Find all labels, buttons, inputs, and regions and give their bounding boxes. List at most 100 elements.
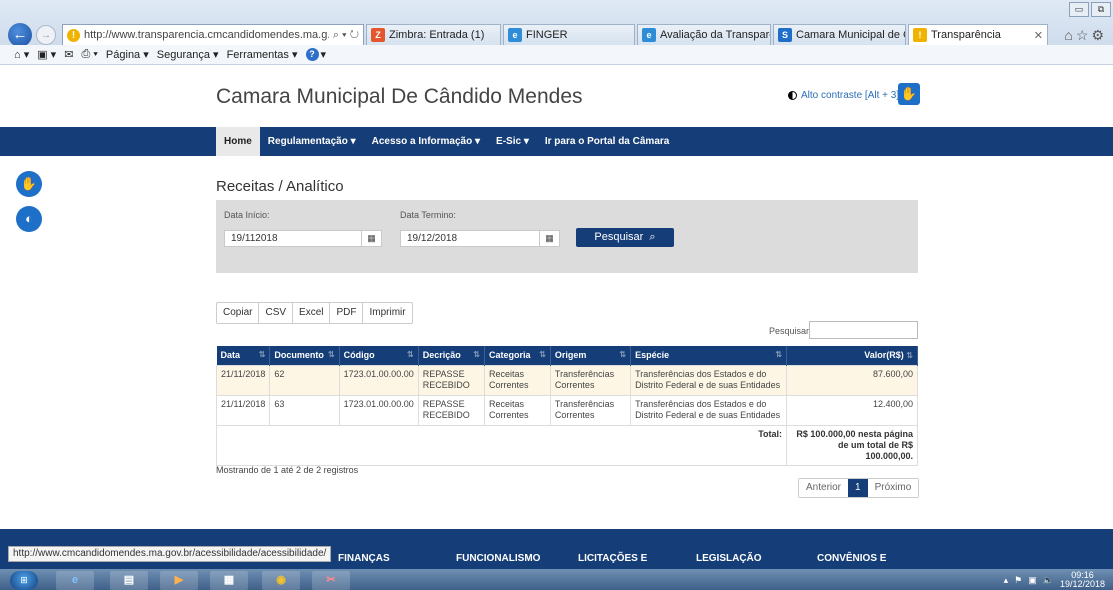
home-icon[interactable]: ⌂ <box>1064 27 1075 43</box>
help-icon: ? <box>305 48 319 61</box>
print-command[interactable]: ⎙ ▾ <box>81 48 97 61</box>
favorites-star-icon[interactable]: ☆ <box>1076 27 1092 43</box>
col-documento[interactable]: Documento ⇅ <box>269 346 340 365</box>
start-date-field[interactable]: 19/112018 ▦ <box>224 230 382 247</box>
col-decricao[interactable]: Decrição ⇅ <box>418 346 486 365</box>
high-contrast-link[interactable]: Alto contraste [Alt + 3] <box>788 90 899 101</box>
pdf-button[interactable]: PDF <box>330 303 364 323</box>
sign-language-side-icon[interactable]: ✋ <box>16 171 42 197</box>
col-especie[interactable]: Espécie ⇅ <box>630 346 788 365</box>
copy-button[interactable]: Copiar <box>217 303 260 323</box>
next-page-button[interactable]: Próximo <box>867 479 919 497</box>
col-categoria[interactable]: Categoria ⇅ <box>484 346 551 365</box>
cell-documento: 63 <box>269 394 340 426</box>
contrast-side-icon[interactable]: ◐ <box>16 206 42 232</box>
nav-home[interactable]: Home <box>216 127 260 156</box>
page-menu[interactable]: Página ▾ <box>106 48 149 61</box>
tab-label: FINGER <box>526 29 568 41</box>
end-date-field[interactable]: 19/12/2018 ▦ <box>400 230 560 247</box>
tab-finger[interactable]: e FINGER <box>503 24 635 46</box>
restore-button[interactable]: ⧉ <box>1091 2 1111 17</box>
footer-funcionalismo[interactable]: FUNCIONALISMO <box>456 553 540 564</box>
nav-esic[interactable]: E-Sic ▾ <box>488 127 537 156</box>
footer-licitacoes[interactable]: LICITAÇÕES E <box>578 553 647 564</box>
search-button[interactable]: Pesquisar ⌕ <box>576 228 674 247</box>
back-button[interactable]: ← <box>8 23 32 47</box>
volume-icon[interactable]: 🔈 <box>1043 575 1054 586</box>
col-valor[interactable]: Valor(R$) ⇅ <box>786 346 918 365</box>
network-icon[interactable]: ▣ <box>1028 575 1037 586</box>
nav-portal-camara[interactable]: Ir para o Portal da Câmara <box>537 127 678 156</box>
print-button[interactable]: Imprimir <box>363 303 411 323</box>
tab-zimbra[interactable]: Z Zimbra: Entrada (1) <box>366 24 501 46</box>
col-codigo[interactable]: Código ⇅ <box>339 346 419 365</box>
sort-icon: ⇅ <box>258 350 266 360</box>
footer-convenios[interactable]: CONVÊNIOS E <box>817 553 886 564</box>
filter-panel: Data Início: 19/112018 ▦ Data Termino: 1… <box>216 200 918 273</box>
csv-button[interactable]: CSV <box>259 303 294 323</box>
tools-menu[interactable]: Ferramentas ▾ <box>227 48 298 61</box>
flag-icon[interactable]: ⚑ <box>1014 575 1022 586</box>
document-taskbar-icon[interactable]: ▦ <box>210 571 248 590</box>
cell-origem: Transferências Correntes <box>549 394 632 426</box>
clock-date: 19/12/2018 <box>1059 579 1105 589</box>
tab-transparencia[interactable]: ! Transparência ✕ <box>908 24 1048 46</box>
explorer-taskbar-icon[interactable]: ▤ <box>110 571 148 590</box>
chrome-taskbar-icon[interactable]: ◉ <box>262 571 300 590</box>
settings-gear-icon[interactable]: ⚙ <box>1091 27 1107 43</box>
table-row[interactable]: 21/11/2018 63 1723.01.00.00.00 REPASSE R… <box>215 394 918 426</box>
site-info-icon[interactable]: ! <box>67 28 80 42</box>
sign-language-icon[interactable]: ✋ <box>898 83 920 105</box>
browser-chrome: ▭ ⧉ ← → ! http://www.transparencia.cmcan… <box>0 0 1113 47</box>
nav-acesso-informacao[interactable]: Acesso a Informação ▾ <box>364 127 488 156</box>
calendar-icon[interactable]: ▦ <box>539 231 559 246</box>
pagination: Anterior 1 Próximo <box>798 478 920 498</box>
cell-codigo: 1723.01.00.00.00 <box>338 394 419 426</box>
main-navbar: Home Regulamentação ▾ Acesso a Informaçã… <box>0 127 1113 156</box>
table-row[interactable]: 21/11/2018 62 1723.01.00.00.00 REPASSE R… <box>215 364 918 396</box>
help-menu[interactable]: ? ▾ <box>305 48 326 61</box>
end-date-value[interactable]: 19/12/2018 <box>401 233 539 244</box>
col-origem[interactable]: Origem ⇅ <box>550 346 632 365</box>
table-search-label: Pesquisar <box>769 326 810 336</box>
excel-button[interactable]: Excel <box>293 303 331 323</box>
cell-valor: 87.600,00 <box>786 364 918 396</box>
clock[interactable]: 09:16 19/12/2018 <box>1060 571 1105 589</box>
page-1-button[interactable]: 1 <box>848 479 868 497</box>
media-player-taskbar-icon[interactable]: ▶ <box>160 571 198 590</box>
address-url[interactable]: http://www.transparencia.cmcandidomendes… <box>84 29 329 41</box>
col-data[interactable]: Data ⇅ <box>216 346 271 365</box>
ie-page-icon: e <box>642 28 656 42</box>
cell-categoria: Receitas Correntes <box>484 394 551 426</box>
tray-arrow-icon[interactable]: ▴ <box>1004 575 1009 586</box>
mail-command[interactable]: ✉ <box>64 48 73 61</box>
calendar-icon[interactable]: ▦ <box>361 231 381 246</box>
nav-regulamentacao[interactable]: Regulamentação ▾ <box>260 127 364 156</box>
address-bar[interactable]: ! http://www.transparencia.cmcandidomend… <box>62 24 364 46</box>
search-icon: ⌕ <box>646 231 656 243</box>
start-button-icon[interactable]: ⊞ <box>10 571 38 590</box>
tab-avaliacao[interactable]: e Avaliação da Transparê... <box>637 24 771 46</box>
security-menu[interactable]: Segurança ▾ <box>157 48 219 61</box>
forward-button[interactable]: → <box>36 25 56 45</box>
footer-legislacao[interactable]: LEGISLAÇÃO <box>696 553 762 564</box>
export-toolbar: Copiar CSV Excel PDF Imprimir <box>216 302 413 324</box>
footer-financas[interactable]: FINANÇAS <box>338 553 390 564</box>
contrast-icon <box>788 91 797 100</box>
sort-icon: ⇅ <box>327 350 335 360</box>
prev-page-button[interactable]: Anterior <box>799 479 849 497</box>
browser-status-bar: http://www.cmcandidomendes.ma.gov.br/ace… <box>8 546 332 562</box>
home-command[interactable]: ⌂ ▾ <box>14 48 29 61</box>
sort-icon: ⇅ <box>619 350 627 360</box>
ie-taskbar-icon[interactable]: e <box>56 571 94 590</box>
close-tab-icon[interactable]: ✕ <box>1034 29 1043 42</box>
tool-taskbar-icon[interactable]: ✂ <box>312 571 350 590</box>
address-controls[interactable]: ⌕ ▾ ↻ <box>333 29 359 42</box>
minimize-button[interactable]: ▭ <box>1069 2 1089 17</box>
feeds-command[interactable]: ▣ ▾ <box>37 48 56 61</box>
table-header-row: Data ⇅ Documento ⇅ Código ⇅ Decrição ⇅ Categ… <box>216 346 918 365</box>
site-title: Camara Municipal De Cândido Mendes <box>216 85 583 108</box>
start-date-value[interactable]: 19/112018 <box>225 233 361 244</box>
table-search-input[interactable] <box>809 321 918 339</box>
tab-camara[interactable]: S Camara Municipal de C... <box>773 24 906 46</box>
